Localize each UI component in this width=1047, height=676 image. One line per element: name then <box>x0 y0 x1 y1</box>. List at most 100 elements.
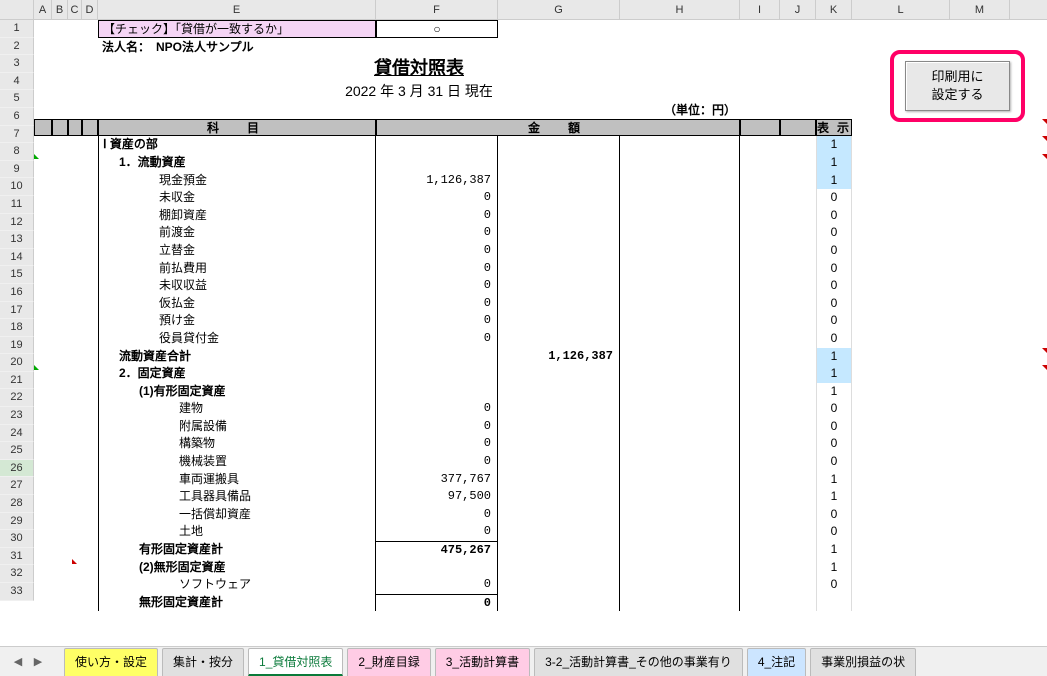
amount-g[interactable] <box>498 260 620 278</box>
amount-f[interactable] <box>376 365 498 383</box>
row-header-18[interactable]: 18 <box>0 319 34 337</box>
row-header-1[interactable]: 1 <box>0 20 34 38</box>
account-label[interactable]: (2)無形固定資産 <box>98 559 376 577</box>
display-flag[interactable] <box>816 594 852 612</box>
amount-f[interactable]: 1,126,387 <box>376 172 498 190</box>
account-label[interactable]: 預け金 <box>98 312 376 330</box>
row-header-17[interactable]: 17 <box>0 302 34 320</box>
sheet-tab[interactable]: 3-2_活動計算書_その他の事業有り <box>534 648 743 676</box>
amount-g[interactable] <box>498 400 620 418</box>
display-flag[interactable]: 0 <box>816 295 852 313</box>
amount-g[interactable] <box>498 207 620 225</box>
account-label[interactable]: ソフトウェア <box>98 576 376 594</box>
display-flag[interactable]: 0 <box>816 418 852 436</box>
amount-f[interactable] <box>376 383 498 401</box>
amount-f[interactable] <box>376 348 498 366</box>
amount-f[interactable]: 475,267 <box>376 541 498 559</box>
display-flag[interactable]: 1 <box>816 348 852 366</box>
amount-g[interactable] <box>498 136 620 154</box>
col-header-E[interactable]: E <box>98 0 376 19</box>
amount-f[interactable]: 0 <box>376 295 498 313</box>
tab-nav-prev-icon[interactable]: ◀ <box>8 652 28 672</box>
display-flag[interactable]: 1 <box>816 541 852 559</box>
display-flag[interactable]: 1 <box>816 383 852 401</box>
row-header-32[interactable]: 32 <box>0 565 34 583</box>
col-header-I[interactable]: I <box>740 0 780 19</box>
col-header-M[interactable]: M <box>950 0 1010 19</box>
row-header-19[interactable]: 19 <box>0 337 34 355</box>
account-label[interactable]: 工具器具備品 <box>98 488 376 506</box>
amount-g[interactable] <box>498 576 620 594</box>
amount-f[interactable]: 0 <box>376 224 498 242</box>
row-header-4[interactable]: 4 <box>0 73 34 91</box>
display-flag[interactable]: 0 <box>816 207 852 225</box>
row-header-33[interactable]: 33 <box>0 583 34 601</box>
account-label[interactable]: 土地 <box>98 523 376 541</box>
sheet-tab[interactable]: 1_貸借対照表 <box>248 648 343 676</box>
account-label[interactable]: (1)有形固定資産 <box>98 383 376 401</box>
display-flag[interactable]: 1 <box>816 365 852 383</box>
row-header-22[interactable]: 22 <box>0 389 34 407</box>
amount-f[interactable]: 0 <box>376 435 498 453</box>
account-label[interactable]: 棚卸資産 <box>98 207 376 225</box>
amount-g[interactable] <box>498 312 620 330</box>
tab-nav-next-icon[interactable]: ▶ <box>28 652 48 672</box>
amount-f[interactable] <box>376 559 498 577</box>
account-label[interactable]: 一括償却資産 <box>98 506 376 524</box>
amount-g[interactable] <box>498 154 620 172</box>
row-header-31[interactable]: 31 <box>0 548 34 566</box>
row-header-6[interactable]: 6 <box>0 108 34 126</box>
amount-f[interactable]: 0 <box>376 418 498 436</box>
amount-g[interactable] <box>498 330 620 348</box>
amount-f[interactable]: 0 <box>376 207 498 225</box>
amount-f[interactable] <box>376 154 498 172</box>
account-label[interactable]: 機械装置 <box>98 453 376 471</box>
amount-g[interactable] <box>498 488 620 506</box>
row-header-27[interactable]: 27 <box>0 477 34 495</box>
account-label[interactable]: 立替金 <box>98 242 376 260</box>
display-flag[interactable]: 0 <box>816 453 852 471</box>
display-flag[interactable]: 1 <box>816 471 852 489</box>
amount-g[interactable] <box>498 277 620 295</box>
amount-f[interactable] <box>376 136 498 154</box>
amount-f[interactable]: 0 <box>376 594 498 612</box>
row-header-24[interactable]: 24 <box>0 425 34 443</box>
col-header-B[interactable]: B <box>52 0 68 19</box>
display-flag[interactable]: 0 <box>816 435 852 453</box>
row-header-11[interactable]: 11 <box>0 196 34 214</box>
amount-f[interactable]: 0 <box>376 277 498 295</box>
amount-g[interactable] <box>498 172 620 190</box>
display-flag[interactable]: 1 <box>816 136 852 154</box>
amount-g[interactable] <box>498 189 620 207</box>
amount-g[interactable] <box>498 559 620 577</box>
row-header-30[interactable]: 30 <box>0 530 34 548</box>
row-header-26[interactable]: 26 <box>0 460 34 478</box>
display-flag[interactable]: 0 <box>816 312 852 330</box>
sheet-tab[interactable]: 使い方・設定 <box>64 648 158 676</box>
amount-g[interactable]: 1,126,387 <box>498 348 620 366</box>
amount-f[interactable]: 0 <box>376 312 498 330</box>
display-flag[interactable]: 0 <box>816 277 852 295</box>
row-header-5[interactable]: 5 <box>0 90 34 108</box>
sheet-tab[interactable]: 2_財産目録 <box>347 648 430 676</box>
account-label[interactable]: 流動資産合計 <box>98 348 376 366</box>
amount-g[interactable] <box>498 506 620 524</box>
display-flag[interactable]: 0 <box>816 506 852 524</box>
row-header-12[interactable]: 12 <box>0 214 34 232</box>
row-header-21[interactable]: 21 <box>0 372 34 390</box>
col-header-C[interactable]: C <box>68 0 82 19</box>
col-header-L[interactable]: L <box>852 0 950 19</box>
row-header-23[interactable]: 23 <box>0 407 34 425</box>
display-flag[interactable]: 0 <box>816 260 852 278</box>
amount-f[interactable]: 377,767 <box>376 471 498 489</box>
col-header-J[interactable]: J <box>780 0 816 19</box>
amount-f[interactable]: 97,500 <box>376 488 498 506</box>
row-header-25[interactable]: 25 <box>0 442 34 460</box>
amount-f[interactable]: 0 <box>376 523 498 541</box>
account-label[interactable]: Ⅰ 資産の部 <box>98 136 376 154</box>
display-flag[interactable]: 0 <box>816 189 852 207</box>
row-header-8[interactable]: 8 <box>0 143 34 161</box>
print-settings-button[interactable]: 印刷用に設定する <box>905 61 1010 111</box>
col-header-D[interactable]: D <box>82 0 98 19</box>
row-header-20[interactable]: 20 <box>0 354 34 372</box>
